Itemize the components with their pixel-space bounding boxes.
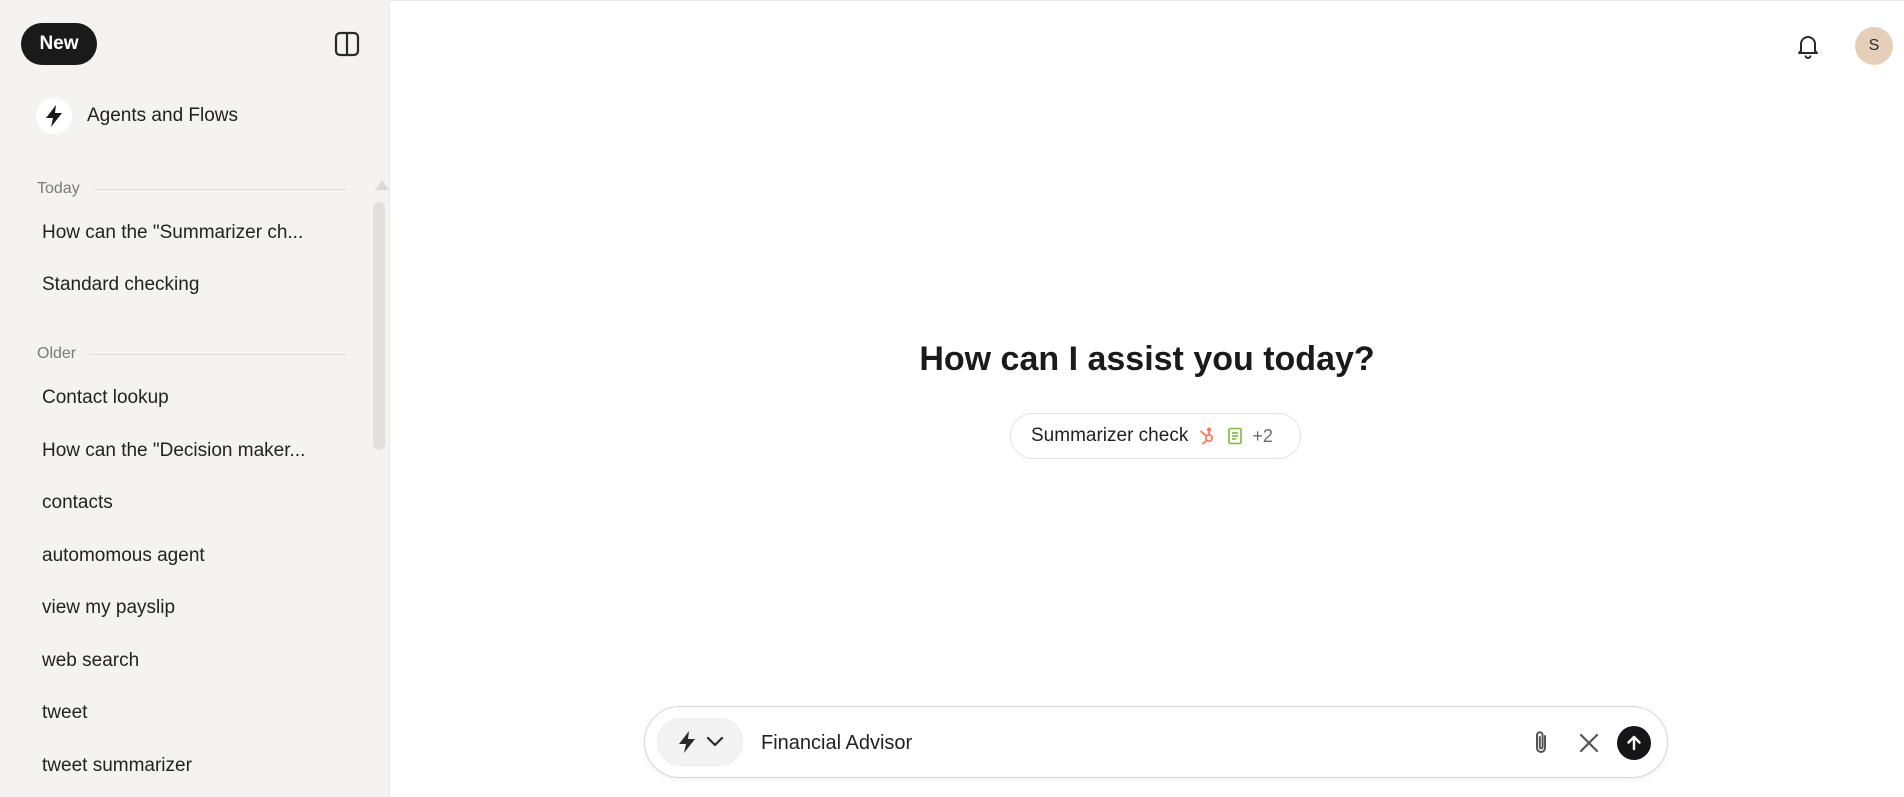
chevron-down-icon [706,736,724,747]
agent-picker-button[interactable] [657,718,743,766]
agents-and-flows-link[interactable]: Agents and Flows [36,96,336,136]
chip-agent-label: Summarizer check [1031,425,1189,446]
chip-more-count: +2 [1252,425,1273,446]
history-item[interactable]: How can the "Decision maker... [42,435,332,467]
welcome-headline: How can I assist you today? [919,340,1375,378]
hubspot-icon [1198,427,1216,445]
sidebar-toggle-icon [334,31,360,57]
attach-file-button[interactable] [1525,727,1557,759]
paperclip-icon [1536,731,1546,753]
bell-icon [1798,36,1818,59]
history-item[interactable]: How can the "Summarizer ch... [42,217,332,249]
history-item[interactable]: tweet [42,697,332,729]
message-input[interactable] [761,723,1401,763]
sidebar-toggle-button[interactable] [332,29,362,59]
history-item[interactable]: contacts [42,487,332,519]
section-divider [90,353,347,355]
new-chat-button[interactable]: New [21,23,97,65]
history-item[interactable]: tweet summarizer [42,750,332,782]
section-header-today: Today [37,179,347,199]
arrow-up-icon [1627,735,1641,751]
section-label-today: Today [37,180,80,197]
sidebar: New Agents and Flows Today How can the "… [0,0,390,797]
user-avatar[interactable]: S [1855,27,1893,65]
section-header-older: Older [37,344,347,364]
clear-input-button[interactable] [1573,727,1605,759]
send-button[interactable] [1617,726,1651,760]
document-icon [1226,427,1244,445]
history-item[interactable]: view my payslip [42,592,332,624]
section-label-older: Older [37,345,77,362]
sidebar-scrollbar[interactable] [373,180,389,797]
close-icon [1579,733,1599,753]
agents-and-flows-label: Agents and Flows [87,105,239,126]
history-item[interactable]: automomous agent [42,540,332,572]
chat-composer [644,706,1668,778]
scroll-thumb[interactable] [373,202,385,450]
selected-agent-chip[interactable]: Summarizer check +2 [1010,413,1301,459]
history-item[interactable]: Standard checking [42,269,332,301]
history-item[interactable]: web search [42,645,332,677]
bolt-icon [36,98,72,134]
history-item[interactable]: Contact lookup [42,382,332,414]
bolt-icon [679,731,695,753]
section-divider [93,188,347,190]
notifications-button[interactable] [1793,31,1823,61]
scroll-up-arrow[interactable] [375,180,389,190]
